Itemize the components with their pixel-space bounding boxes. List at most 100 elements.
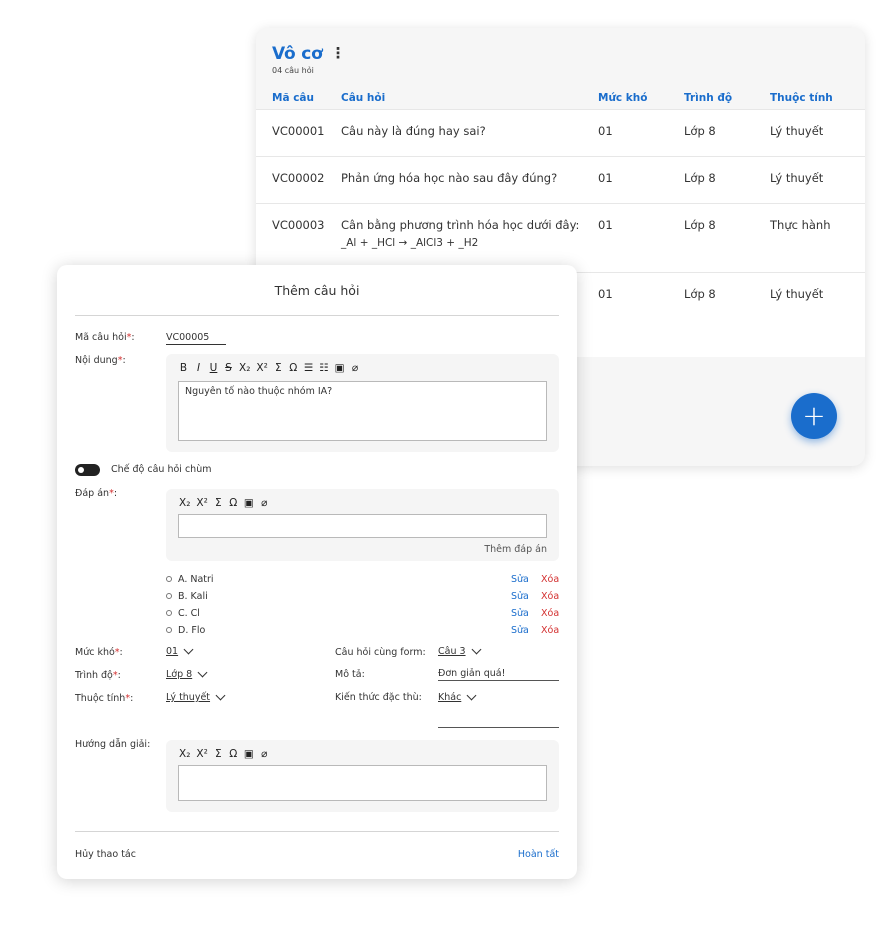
answer-input[interactable]	[178, 514, 547, 538]
superscript-icon[interactable]: X²	[196, 748, 207, 760]
sigma-icon[interactable]: Σ	[274, 362, 283, 374]
strikethrough-icon[interactable]: S	[224, 362, 233, 374]
cell-difficulty: 01	[598, 124, 613, 138]
answer-item: C. Cl Sửa Xóa	[166, 606, 559, 620]
code-field[interactable]: VC00005	[166, 332, 226, 345]
knowledge-select[interactable]: Khác	[438, 690, 477, 703]
omega-icon[interactable]: Ω	[289, 362, 298, 374]
plus-icon: +	[802, 399, 826, 432]
cell-question: Cân bằng phương trình hóa học dưới đây: …	[341, 216, 598, 252]
add-question-button[interactable]: +	[791, 393, 837, 439]
bullet-list-icon[interactable]: ☰	[304, 362, 313, 374]
table-row[interactable]: VC00003 Cân bằng phương trình hóa học dư…	[256, 204, 865, 273]
image-icon[interactable]: ▣	[244, 748, 254, 760]
radio-button[interactable]	[166, 593, 172, 599]
col-header-question[interactable]: Câu hỏi	[341, 89, 598, 107]
answer-item: B. Kali Sửa Xóa	[166, 589, 559, 603]
list-title: Vô cơ	[272, 44, 323, 64]
content-toolbar: B I U S X₂ X² Σ Ω ☰ ☷ ▣ ⌀	[179, 362, 360, 374]
cell-difficulty: 01	[598, 171, 613, 185]
subscript-icon[interactable]: X₂	[239, 362, 250, 374]
code-label: Mã câu hỏi*:	[75, 332, 135, 343]
col-header-code[interactable]: Mã câu	[256, 92, 341, 104]
numbered-list-icon[interactable]: ☷	[319, 362, 328, 374]
superscript-icon[interactable]: X²	[256, 362, 267, 374]
answer-editor: X₂ X² Σ Ω ▣ ⌀ Thêm đáp án	[166, 489, 559, 561]
delete-answer-link[interactable]: Xóa	[541, 591, 559, 602]
cell-code: VC00001	[272, 124, 325, 138]
radio-button[interactable]	[166, 576, 172, 582]
guide-input[interactable]	[178, 765, 547, 801]
cell-code: VC00003	[272, 218, 325, 232]
subscript-icon[interactable]: X₂	[179, 497, 190, 509]
sigma-icon[interactable]: Σ	[214, 497, 223, 509]
question-text: Cân bằng phương trình hóa học dưới đây:	[341, 218, 580, 232]
radio-button[interactable]	[166, 610, 172, 616]
chevron-down-icon	[197, 667, 208, 678]
attachment-icon[interactable]: ⌀	[351, 362, 360, 374]
table-header: Mã câu Câu hỏi Mức khó Trình độ Thuộc tí…	[256, 86, 865, 110]
underline-icon[interactable]: U	[209, 362, 218, 374]
edit-answer-link[interactable]: Sửa	[511, 591, 541, 602]
cell-question: Câu này là đúng hay sai?	[341, 124, 486, 138]
image-icon[interactable]: ▣	[244, 497, 254, 509]
cell-level: Lớp 8	[684, 171, 716, 185]
list-subtitle: 04 câu hỏi	[272, 66, 314, 75]
knowledge-underline	[438, 727, 559, 728]
more-options-icon[interactable]: ⋮	[331, 46, 346, 61]
table-row[interactable]: VC00001 Câu này là đúng hay sai? 01 Lớp …	[256, 110, 865, 157]
cluster-mode-toggle[interactable]	[75, 464, 100, 476]
answer-text: B. Kali	[178, 590, 208, 602]
done-button[interactable]: Hoàn tất	[518, 849, 559, 860]
cell-type: Lý thuyết	[770, 124, 824, 138]
same-form-select[interactable]: Câu 3	[438, 644, 481, 657]
description-label: Mô tả:	[335, 669, 365, 680]
type-label: Thuộc tính*:	[75, 693, 134, 704]
superscript-icon[interactable]: X²	[196, 497, 207, 509]
guide-toolbar: X₂ X² Σ Ω ▣ ⌀	[179, 748, 269, 760]
chevron-down-icon	[183, 644, 194, 655]
content-input[interactable]: Nguyên tố nào thuộc nhóm IA?	[178, 381, 547, 441]
cell-difficulty: 01	[598, 218, 613, 232]
col-header-type[interactable]: Thuộc tính	[770, 92, 865, 104]
edit-answer-link[interactable]: Sửa	[511, 625, 541, 636]
italic-icon[interactable]: I	[194, 362, 203, 374]
delete-answer-link[interactable]: Xóa	[541, 608, 559, 619]
omega-icon[interactable]: Ω	[229, 497, 238, 509]
radio-button[interactable]	[166, 627, 172, 633]
answer-item: D. Flo Sửa Xóa	[166, 623, 559, 637]
chevron-down-icon	[466, 690, 477, 701]
type-select[interactable]: Lý thuyết	[166, 690, 226, 703]
delete-answer-link[interactable]: Xóa	[541, 574, 559, 585]
cell-difficulty: 01	[598, 287, 613, 301]
content-label: Nội dung*:	[75, 355, 126, 366]
omega-icon[interactable]: Ω	[229, 748, 238, 760]
table-row[interactable]: VC00002 Phản ứng hóa học nào sau đây đún…	[256, 157, 865, 204]
description-field[interactable]: Đơn giản quá!	[438, 668, 559, 681]
edit-answer-link[interactable]: Sửa	[511, 574, 541, 585]
sigma-icon[interactable]: Σ	[214, 748, 223, 760]
answer-text: A. Natri	[178, 573, 214, 585]
difficulty-select[interactable]: 01	[166, 644, 194, 657]
image-icon[interactable]: ▣	[335, 362, 345, 374]
equation-text: _Al + _HCl → _AlCl3 + _H2	[341, 237, 479, 249]
attachment-icon[interactable]: ⌀	[260, 497, 269, 509]
edit-answer-link[interactable]: Sửa	[511, 608, 541, 619]
col-header-level[interactable]: Trình độ	[684, 92, 770, 104]
delete-answer-link[interactable]: Xóa	[541, 625, 559, 636]
level-select[interactable]: Lớp 8	[166, 667, 208, 680]
cluster-mode-label: Chế độ câu hỏi chùm	[111, 464, 212, 475]
answer-label: Đáp án*:	[75, 488, 118, 499]
add-question-dialog: Thêm câu hỏi Mã câu hỏi*: VC00005 Nội du…	[57, 265, 577, 879]
bold-icon[interactable]: B	[179, 362, 188, 374]
subscript-icon[interactable]: X₂	[179, 748, 190, 760]
add-answer-button[interactable]: Thêm đáp án	[484, 544, 547, 555]
attachment-icon[interactable]: ⌀	[260, 748, 269, 760]
cancel-button[interactable]: Hủy thao tác	[75, 849, 136, 860]
col-header-difficulty[interactable]: Mức khó	[598, 92, 684, 104]
divider	[75, 831, 559, 832]
guide-editor: X₂ X² Σ Ω ▣ ⌀	[166, 740, 559, 812]
content-editor: B I U S X₂ X² Σ Ω ☰ ☷ ▣ ⌀ Nguyên tố nào …	[166, 354, 559, 452]
knowledge-label: Kiến thức đặc thù:	[335, 692, 422, 703]
cell-level: Lớp 8	[684, 287, 716, 301]
